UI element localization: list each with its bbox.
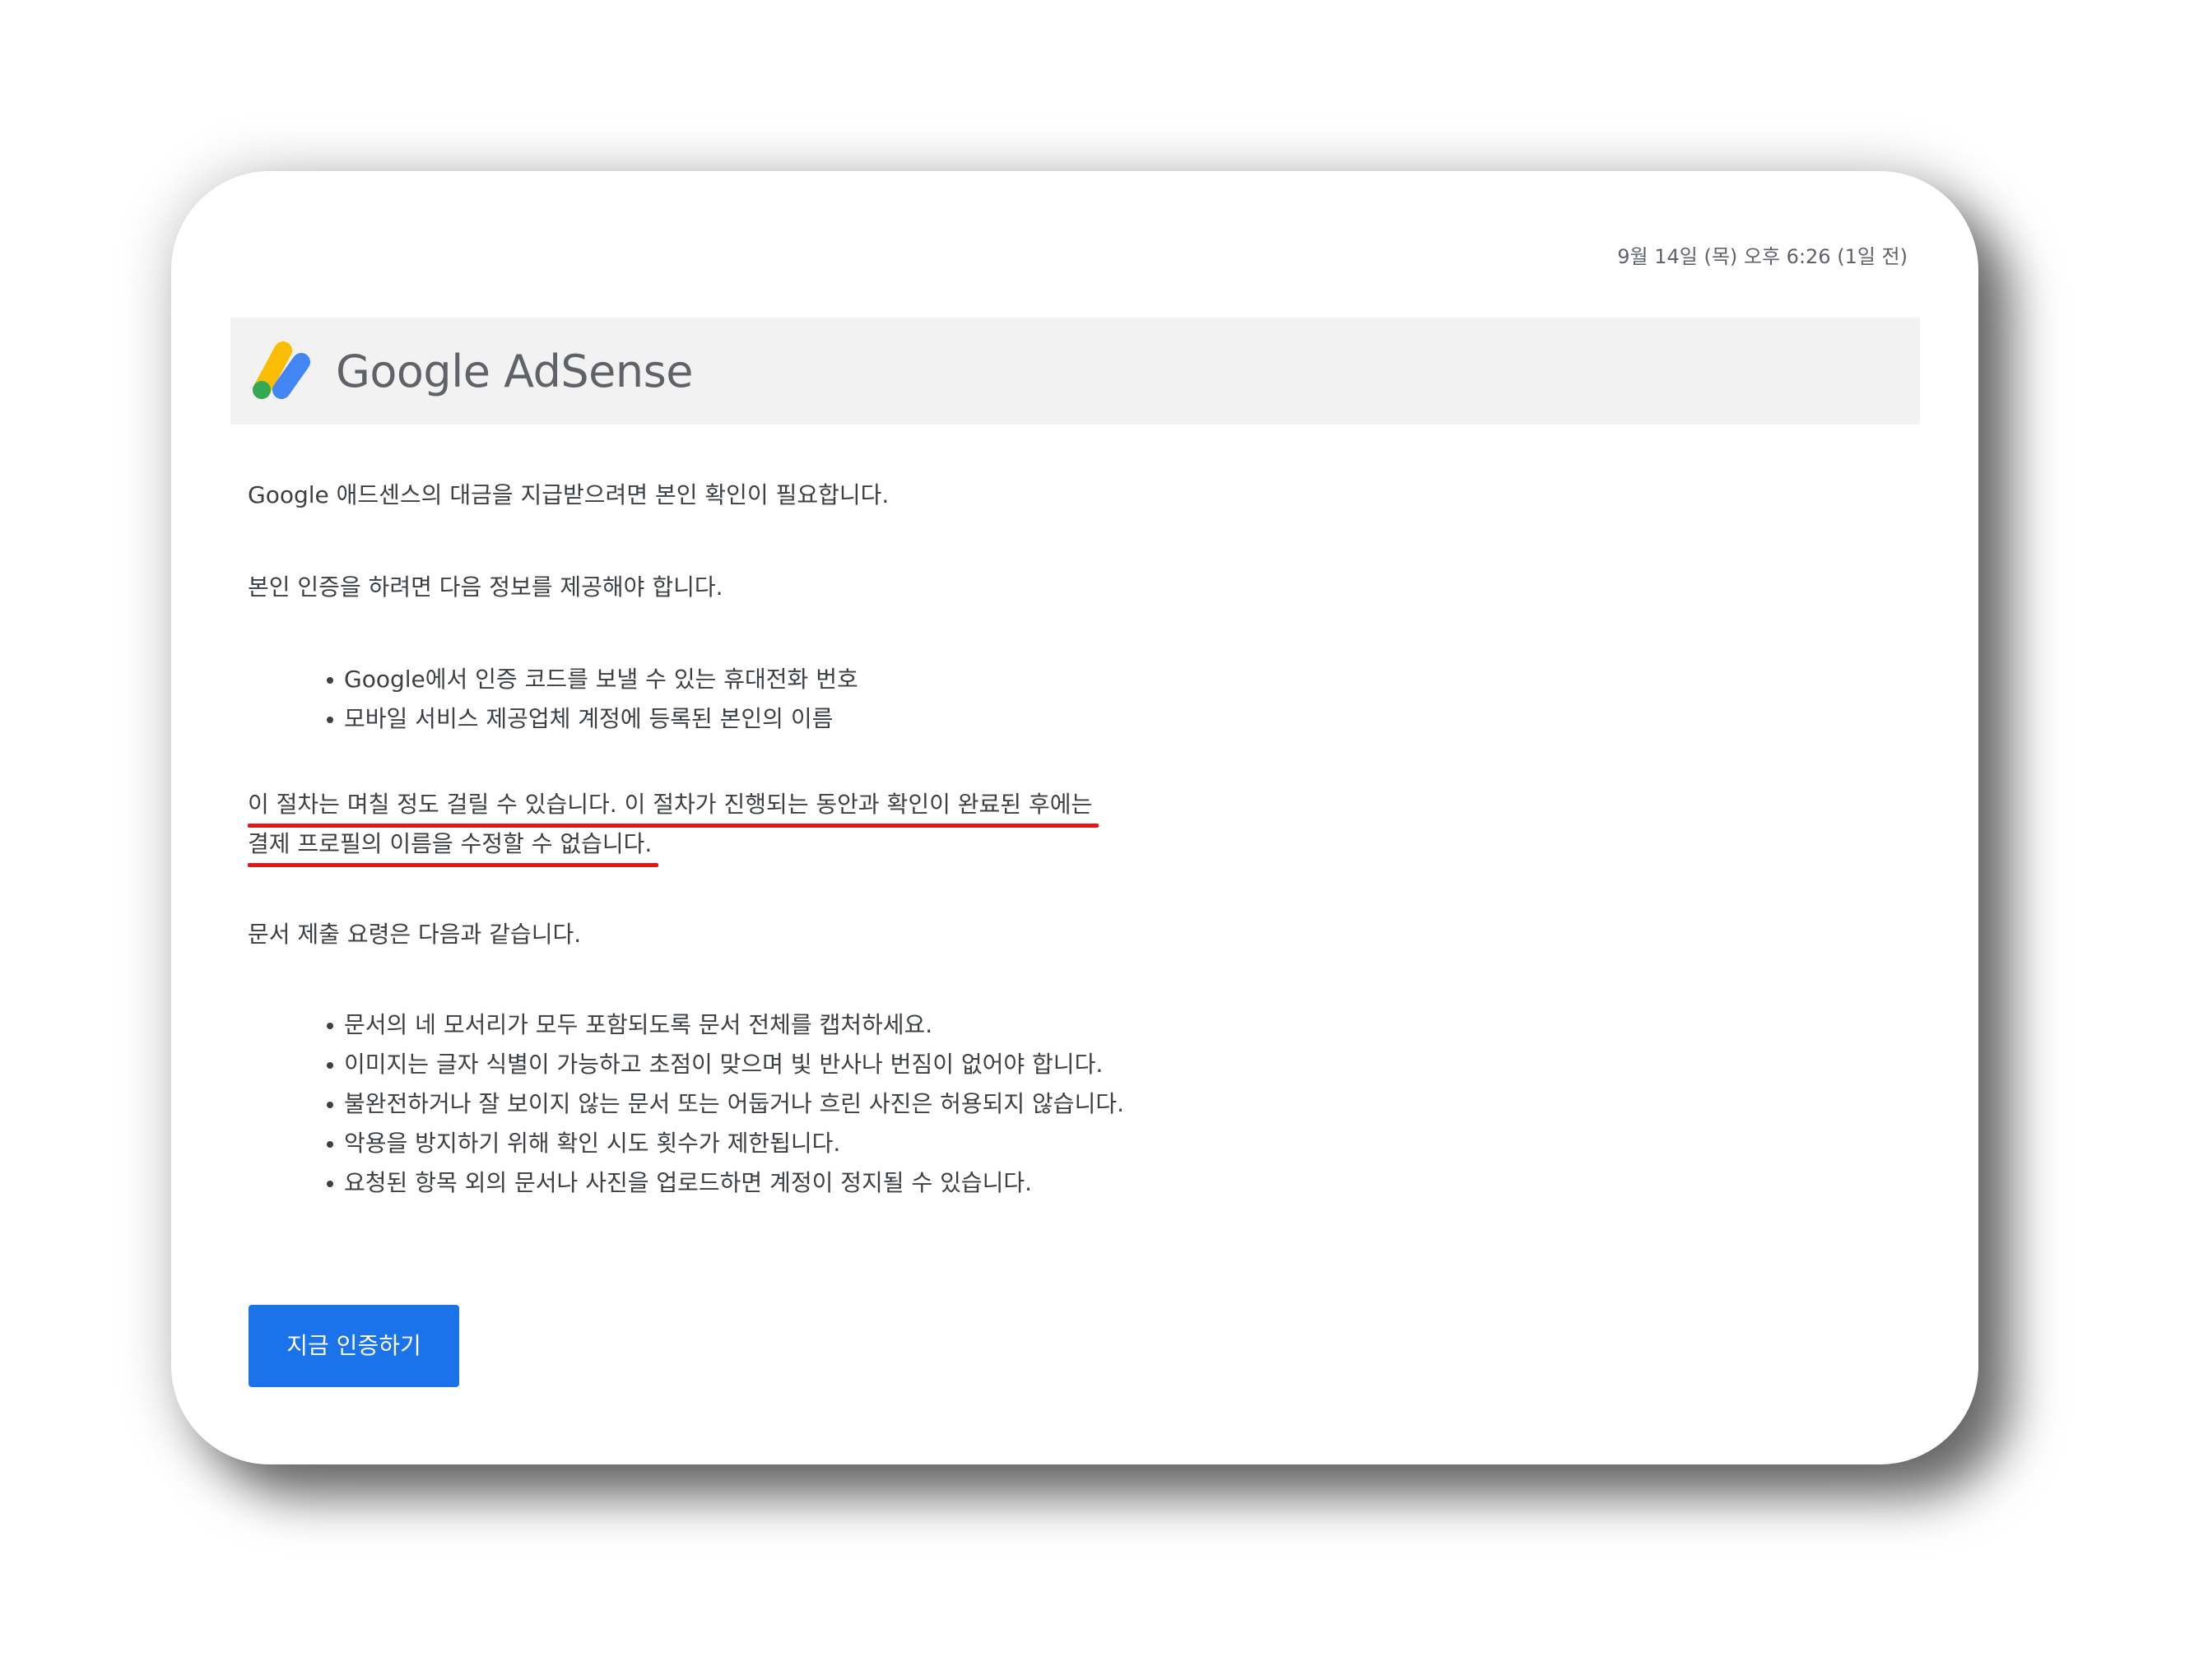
adsense-logo-icon xyxy=(253,341,310,399)
list-item: 이미지는 글자 식별이 가능하고 초점이 맞으며 빛 반사나 번짐이 없어야 합… xyxy=(248,1045,1564,1084)
list-item: 불완전하거나 잘 보이지 않는 문서 또는 어둡거나 흐린 사진은 허용되지 않… xyxy=(248,1084,1564,1124)
adsense-header: Google AdSense xyxy=(230,318,1920,425)
warning-line-2-text: 결제 프로필의 이름을 수정할 수 없습니다. xyxy=(248,830,653,857)
docs-rules-list: 문서의 네 모서리가 모두 포함되도록 문서 전체를 캡처하세요. 이미지는 글… xyxy=(248,1005,1564,1203)
requirements-title: 본인 인증을 하려면 다음 정보를 제공해야 합니다. xyxy=(248,573,723,601)
email-card: 9월 14일 (목) 오후 6:26 (1일 전) Google AdSense… xyxy=(171,171,1978,1464)
verify-now-button[interactable]: 지금 인증하기 xyxy=(249,1305,459,1387)
docs-title: 문서 제출 요령은 다음과 같습니다. xyxy=(248,921,582,948)
warning-line-2: 결제 프로필의 이름을 수정할 수 없습니다. xyxy=(248,824,659,867)
warning-text: 이 절차는 며칠 정도 걸릴 수 있습니다. 이 절차가 진행되는 동안과 확인… xyxy=(248,785,1564,867)
email-timestamp: 9월 14일 (목) 오후 6:26 (1일 전) xyxy=(1617,245,1908,268)
red-underline xyxy=(248,863,659,867)
requirements-list: Google에서 인증 코드를 보낼 수 있는 휴대전화 번호 모바일 서비스 … xyxy=(248,660,1564,739)
warning-line-1-text: 이 절차는 며칠 정도 걸릴 수 있습니다. 이 절차가 진행되는 동안과 확인… xyxy=(248,791,1093,818)
list-item: 문서의 네 모서리가 모두 포함되도록 문서 전체를 캡처하세요. xyxy=(248,1005,1564,1045)
intro-text: Google 애드센스의 대금을 지급받으려면 본인 확인이 필요합니다. xyxy=(248,481,890,508)
list-item: Google에서 인증 코드를 보낼 수 있는 휴대전화 번호 xyxy=(248,660,1564,699)
adsense-logo-text: Google AdSense xyxy=(336,346,693,397)
list-item: 요청된 항목 외의 문서나 사진을 업로드하면 계정이 정지될 수 있습니다. xyxy=(248,1163,1564,1203)
email-body: Google 애드센스의 대금을 지급받으려면 본인 확인이 필요합니다. 본인… xyxy=(248,476,1564,1203)
list-item: 악용을 방지하기 위해 확인 시도 횟수가 제한됩니다. xyxy=(248,1124,1564,1163)
warning-line-1: 이 절차는 며칠 정도 걸릴 수 있습니다. 이 절차가 진행되는 동안과 확인… xyxy=(248,785,1099,828)
list-item: 모바일 서비스 제공업체 계정에 등록된 본인의 이름 xyxy=(248,699,1564,739)
